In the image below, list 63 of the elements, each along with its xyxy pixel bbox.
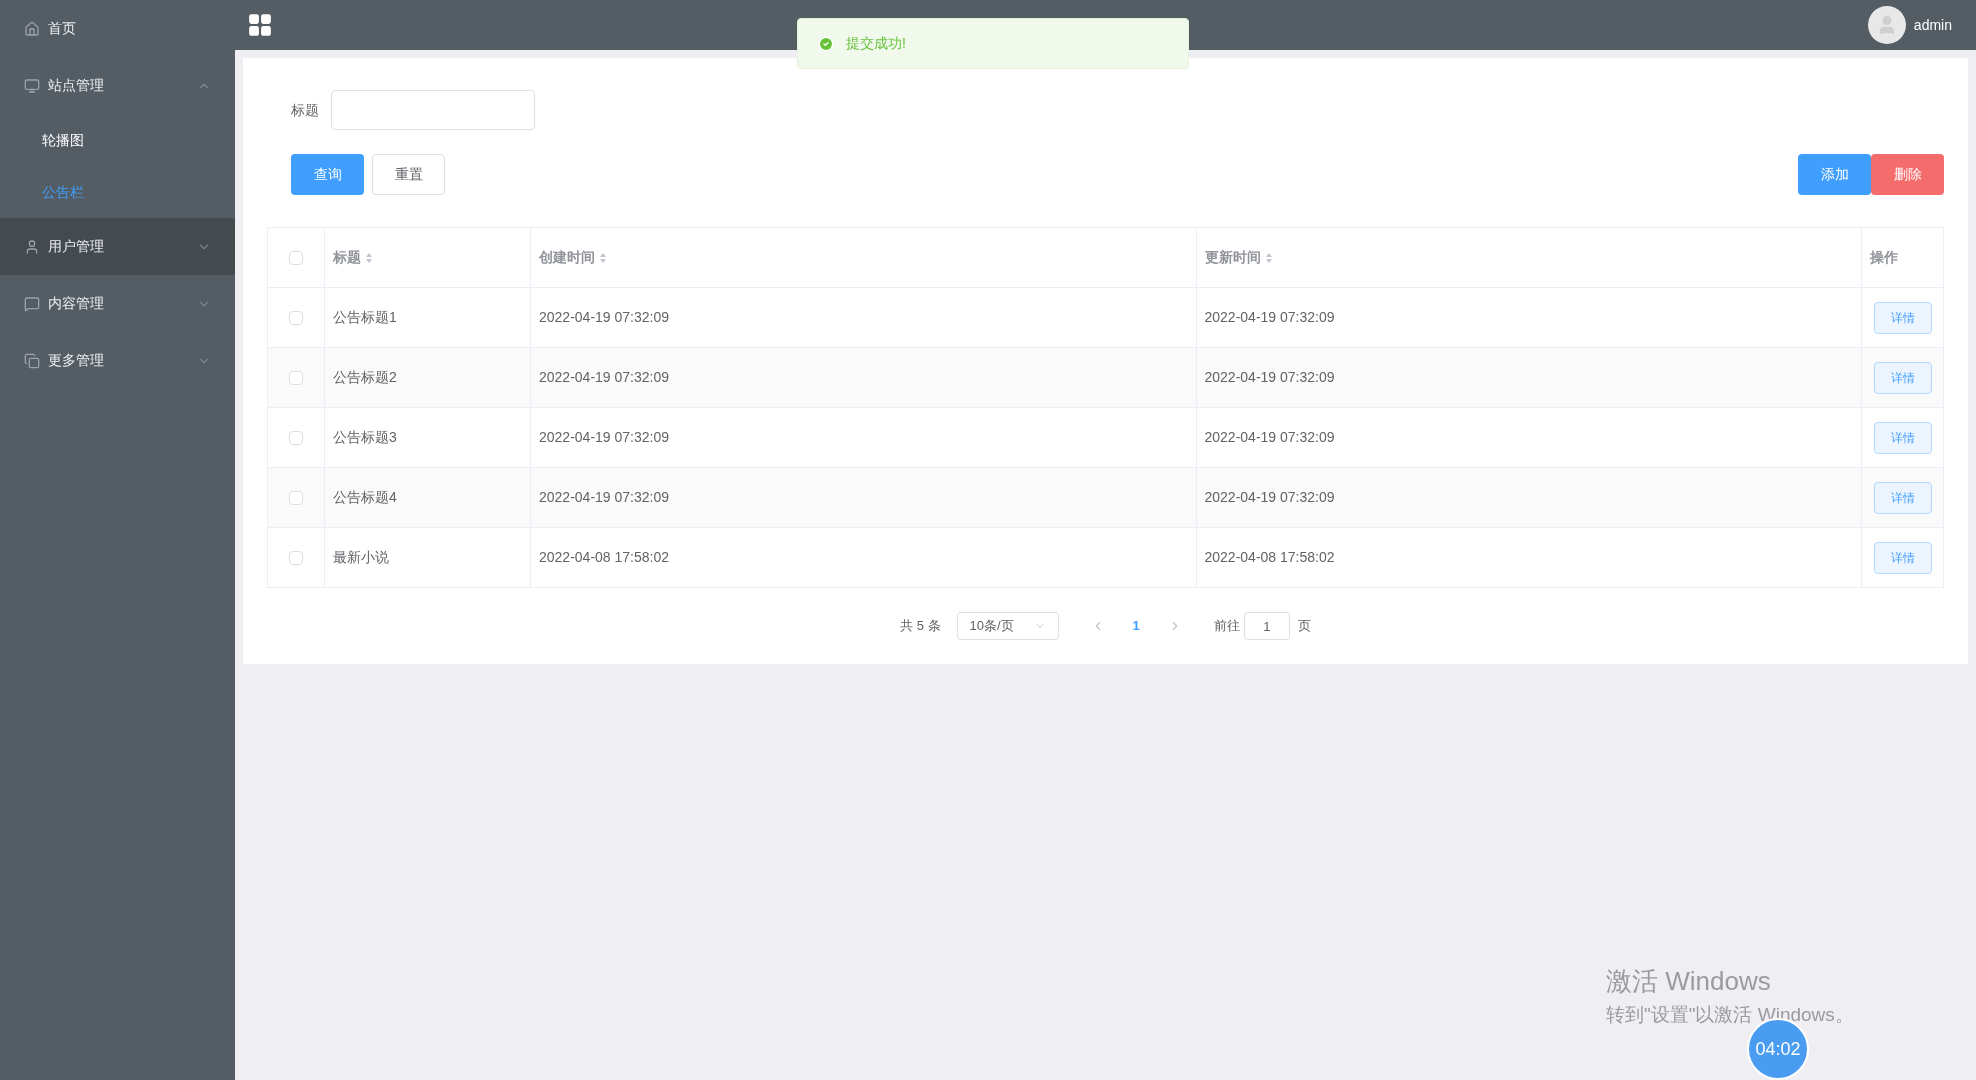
column-header: 操作	[1870, 248, 1898, 267]
table-cell: 2022-04-19 07:32:09	[539, 429, 669, 445]
table-cell: 公告标题3	[333, 429, 397, 445]
sidebar-item[interactable]: 内容管理	[0, 275, 235, 332]
checkbox[interactable]	[289, 491, 303, 506]
goto-suffix: 页	[1297, 617, 1311, 636]
detail-button[interactable]: 详情	[1873, 541, 1932, 574]
avatar-icon[interactable]	[1867, 6, 1906, 44]
column-header[interactable]: 更新时间	[1204, 247, 1261, 268]
page-input-field[interactable]: 1	[1243, 612, 1290, 640]
success-toast: 提交成功!	[797, 18, 1189, 69]
sort-icon[interactable]	[365, 251, 373, 264]
grid-icon[interactable]	[247, 12, 273, 38]
sidebar-item[interactable]: 更多管理	[0, 332, 235, 389]
check-icon	[818, 35, 834, 52]
goto-label: 前往	[1213, 617, 1240, 636]
monitor-icon	[24, 77, 40, 94]
message-icon	[24, 295, 40, 312]
user-name[interactable]: admin	[1913, 14, 1952, 36]
copy-icon	[24, 352, 40, 369]
checkbox[interactable]	[289, 371, 303, 386]
add-button[interactable]: 添加	[1798, 154, 1871, 195]
sidebar-item[interactable]: 站点管理	[0, 57, 235, 114]
checkbox[interactable]	[289, 551, 303, 566]
submenu-item[interactable]: 公告栏	[0, 166, 235, 218]
submenu-item[interactable]: 轮播图	[0, 114, 235, 166]
checkbox[interactable]	[289, 251, 303, 266]
column-header[interactable]: 创建时间	[539, 247, 595, 268]
checkbox[interactable]	[289, 431, 303, 446]
sidebar-item[interactable]: 首页	[0, 0, 235, 57]
table-cell: 2022-04-19 07:32:09	[539, 489, 669, 505]
home-icon	[24, 20, 40, 37]
activation-title: 激活 Windows	[1606, 965, 1772, 998]
query-button[interactable]: 查询	[291, 154, 364, 195]
field-label: 标题	[291, 100, 319, 120]
page-size-select[interactable]: 10条/页	[956, 612, 1059, 640]
table-cell: 公告标题1	[333, 309, 397, 325]
user-icon	[24, 238, 40, 255]
checkbox[interactable]	[289, 311, 303, 326]
total-count: 共 5 条	[900, 617, 941, 636]
detail-button[interactable]: 详情	[1873, 421, 1932, 454]
table-cell: 2022-04-19 07:32:09	[1204, 369, 1335, 385]
table-cell: 2022-04-19 07:32:09	[1204, 309, 1335, 325]
table-cell: 公告标题4	[333, 489, 397, 505]
table-cell: 2022-04-08 17:58:02	[539, 549, 669, 565]
column-header[interactable]: 标题	[333, 247, 361, 268]
page-number[interactable]: 1	[1120, 616, 1152, 636]
detail-button[interactable]: 详情	[1873, 361, 1932, 394]
table-cell: 2022-04-19 07:32:09	[1204, 429, 1335, 445]
table-cell: 2022-04-19 07:32:09	[1204, 489, 1335, 505]
detail-button[interactable]: 详情	[1873, 481, 1932, 514]
table-cell: 公告标题2	[333, 369, 397, 385]
table-cell: 2022-04-19 07:32:09	[539, 309, 669, 325]
reset-button[interactable]: 重置	[372, 154, 445, 195]
detail-button[interactable]: 详情	[1873, 301, 1932, 334]
sidebar-item[interactable]: 用户管理	[0, 218, 235, 275]
sort-icon[interactable]	[1264, 251, 1273, 264]
sort-icon[interactable]	[599, 251, 607, 264]
table-cell: 2022-04-08 17:58:02	[1204, 549, 1335, 565]
table-cell: 最新小说	[333, 549, 389, 565]
table-cell: 2022-04-19 07:32:09	[539, 369, 669, 385]
title-input-field[interactable]	[331, 90, 535, 130]
delete-button[interactable]: 删除	[1871, 154, 1944, 195]
